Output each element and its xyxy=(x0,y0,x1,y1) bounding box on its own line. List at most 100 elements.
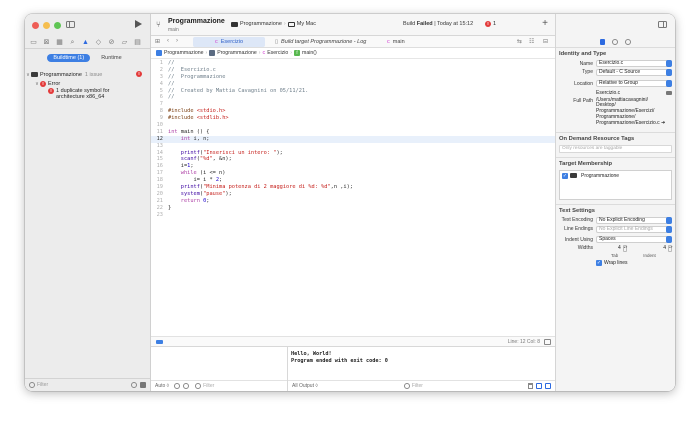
line-number[interactable]: 11 xyxy=(151,129,168,136)
code-line[interactable]: 1// xyxy=(151,60,555,67)
console-output[interactable]: Hello, World! Program ended with exit co… xyxy=(288,347,555,364)
tab-runtime[interactable]: Runtime xyxy=(95,54,127,62)
variables-filter-input[interactable]: Filter xyxy=(203,383,214,389)
checkbox-checked-icon[interactable]: ✓ xyxy=(562,172,568,179)
stepper-arrows-icon[interactable]: ▴▾ xyxy=(622,244,627,252)
code-line[interactable]: 21 return 0; xyxy=(151,198,555,205)
encoding-select[interactable]: No Explicit Encoding xyxy=(596,216,672,224)
code-line[interactable]: 11 int main () { xyxy=(151,129,555,136)
line-number[interactable]: 23 xyxy=(151,212,168,219)
line-number[interactable]: 18 xyxy=(151,177,168,184)
forward-icon[interactable]: › xyxy=(176,38,178,44)
navigator-filter-input[interactable]: Filter xyxy=(37,382,48,388)
test-icon[interactable]: ◇ xyxy=(95,39,102,46)
endings-select[interactable]: No Explicit Line Endings xyxy=(596,225,672,233)
line-number[interactable]: 10 xyxy=(151,122,168,129)
code-editor[interactable]: 1//2// Esercizio.c 3// Programmazione 4//5… xyxy=(151,60,555,336)
code-line[interactable]: 4// xyxy=(151,81,555,88)
issue-tree-group-row[interactable]: ∨ ! Error xyxy=(25,79,150,88)
code-line[interactable]: 18 i= i * 2; xyxy=(151,177,555,184)
type-select[interactable]: Default - C Source xyxy=(596,68,672,76)
history-inspector-icon[interactable] xyxy=(612,38,618,45)
issue-navigator-icon[interactable]: ▲ xyxy=(82,39,89,46)
line-number[interactable]: 20 xyxy=(151,191,168,198)
line-number[interactable]: 6 xyxy=(151,94,168,101)
code-line[interactable]: 22} xyxy=(151,205,555,212)
breadcrumb-item[interactable]: Programmazione xyxy=(217,50,257,56)
code-line[interactable]: 19 printf("Minima potenza di 2 maggiore … xyxy=(151,184,555,191)
line-number[interactable]: 19 xyxy=(151,184,168,191)
run-button[interactable] xyxy=(135,20,142,28)
breadcrumb-item[interactable]: main() xyxy=(302,50,317,56)
location-select[interactable]: Relative to Group xyxy=(596,80,672,88)
indent-select[interactable]: Spaces xyxy=(596,236,672,244)
reveal-arrow-icon[interactable]: ➜ xyxy=(661,120,665,126)
wrap-lines-row[interactable]: ✓ Wrap lines xyxy=(596,260,672,267)
code-line[interactable]: 2// Esercizio.c xyxy=(151,67,555,74)
minimap-icon[interactable]: ☷ xyxy=(529,38,534,45)
code-line[interactable]: 3// Programmazione xyxy=(151,74,555,81)
breadcrumb-item[interactable]: Programmazione xyxy=(164,50,204,56)
code-line[interactable]: 8 #include <stdio.h> xyxy=(151,108,555,115)
name-field[interactable]: Esercizio.c xyxy=(596,60,672,68)
line-number[interactable]: 4 xyxy=(151,81,168,88)
info-icon[interactable] xyxy=(183,383,190,389)
checkbox-checked-icon[interactable]: ✓ xyxy=(596,260,602,267)
debug-icon[interactable]: ⊘ xyxy=(108,39,115,46)
split-view-icon[interactable] xyxy=(536,383,542,389)
tab-width-stepper[interactable]: 4 ▴▾ xyxy=(618,244,627,252)
line-number[interactable]: 2 xyxy=(151,67,168,74)
symbol-icon[interactable]: ▦ xyxy=(56,39,63,46)
target-item[interactable]: ✓ Programmazione xyxy=(562,172,669,179)
tab-build-log[interactable]: ▯ Build target Programmazione - Log xyxy=(271,37,370,47)
issue-item[interactable]: ! 1 duplicate symbol for architecture x8… xyxy=(25,88,150,104)
code-line[interactable]: 17 while (i <= n) xyxy=(151,170,555,177)
code-line[interactable]: 16 i=1; xyxy=(151,163,555,170)
file-inspector-icon[interactable] xyxy=(600,38,605,45)
line-number[interactable]: 12 xyxy=(151,136,168,143)
code-line[interactable]: 14 printf("Inserisci un intero: "); xyxy=(151,150,555,157)
tab-main[interactable]: c main xyxy=(383,37,409,47)
code-line[interactable]: 13 xyxy=(151,143,555,150)
line-number[interactable]: 13 xyxy=(151,143,168,150)
indent-width-stepper[interactable]: 4 ▴▾ xyxy=(663,244,673,252)
back-icon[interactable]: ‹ xyxy=(167,38,169,44)
hide-debug-area-icon[interactable] xyxy=(544,339,551,345)
code-line[interactable]: 12 int i, n; xyxy=(151,135,555,143)
clock-icon[interactable] xyxy=(131,382,137,388)
line-number[interactable]: 5 xyxy=(151,88,168,95)
code-line[interactable]: 6// xyxy=(151,94,555,101)
split-editor-icon[interactable]: ⊟ xyxy=(543,38,548,45)
issue-tree-project-row[interactable]: ∨ Programmazione 1 issue ! xyxy=(25,70,150,79)
console-only-icon[interactable] xyxy=(545,383,551,389)
tab-buildtime[interactable]: Buildtime (1) xyxy=(47,54,91,62)
stepper-arrows-icon[interactable]: ▴▾ xyxy=(668,244,673,252)
search-icon[interactable]: ⌕ xyxy=(69,39,76,46)
code-line[interactable]: 23 xyxy=(151,212,555,219)
line-number[interactable]: 22 xyxy=(151,205,168,212)
code-line[interactable]: 10 xyxy=(151,122,555,129)
line-number[interactable]: 15 xyxy=(151,156,168,163)
eye-icon[interactable] xyxy=(174,383,181,389)
console-filter-input[interactable]: Filter xyxy=(412,383,423,389)
line-number[interactable]: 21 xyxy=(151,198,168,205)
resource-tags-field[interactable]: Only resources are taggable xyxy=(559,144,672,153)
tab-esercizio[interactable]: c Esercizio xyxy=(193,37,265,47)
code-line[interactable]: 15 scanf("%d", &n); xyxy=(151,156,555,163)
line-number[interactable]: 1 xyxy=(151,60,168,67)
warning-filter-icon[interactable] xyxy=(140,382,146,388)
folder-icon[interactable] xyxy=(666,90,672,95)
breakpoints-toggle-icon[interactable] xyxy=(156,340,163,344)
line-number[interactable]: 8 xyxy=(151,108,168,115)
error-counter[interactable]: ! 1 xyxy=(485,20,496,27)
inspector-toggle-icon[interactable] xyxy=(658,21,667,28)
close-window-button[interactable] xyxy=(32,22,39,29)
minimize-window-button[interactable] xyxy=(43,22,50,29)
scheme-selector[interactable]: Programmazione › My Mac xyxy=(231,21,316,27)
line-number[interactable]: 14 xyxy=(151,150,168,157)
breakpoint-icon[interactable]: ▱ xyxy=(121,39,128,46)
auto-scope-select[interactable]: Auto ◊ xyxy=(155,383,169,389)
line-number[interactable]: 17 xyxy=(151,170,168,177)
sidebar-toggle-icon[interactable] xyxy=(66,21,75,28)
line-number[interactable]: 9 xyxy=(151,115,168,122)
